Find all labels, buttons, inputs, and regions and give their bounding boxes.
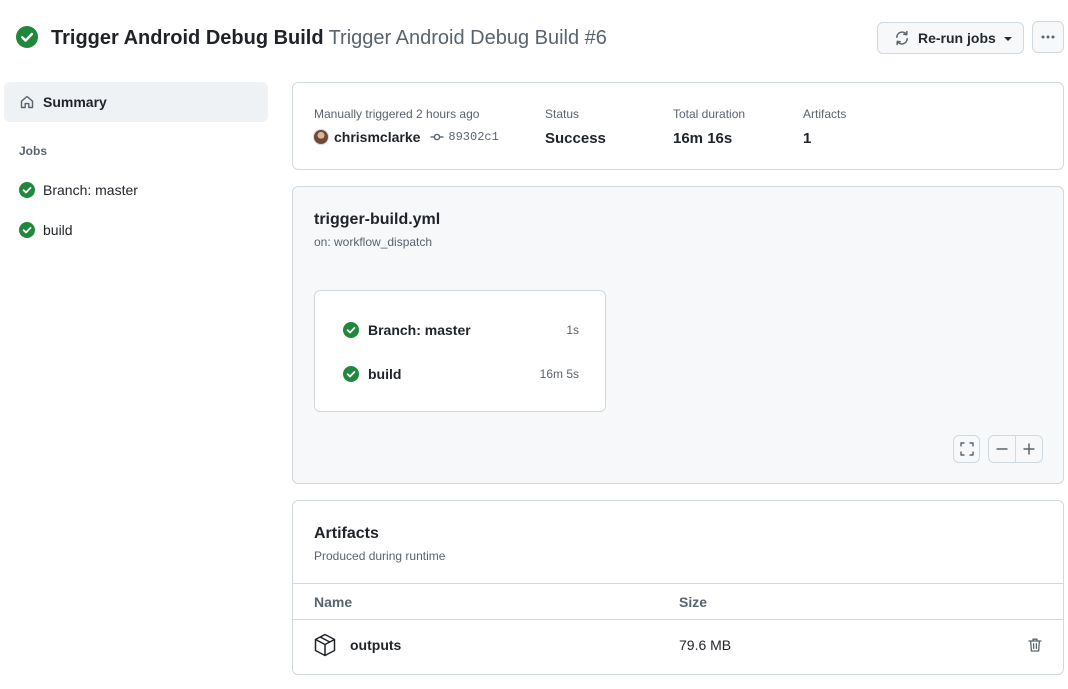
artifacts-subtitle: Produced during runtime	[314, 549, 446, 563]
rerun-jobs-label: Re-run jobs	[918, 30, 996, 46]
job-group-card: Branch: master 1s build 16m 5s	[314, 290, 606, 412]
artifacts-table-header: Name Size	[293, 583, 1063, 620]
sidebar-job-label: build	[43, 222, 73, 238]
package-icon	[314, 633, 336, 657]
table-row: outputs 79.6 MB	[293, 620, 1063, 672]
run-summary: Manually triggered 2 hours ago chrismcla…	[292, 82, 1064, 170]
column-header-name: Name	[314, 594, 353, 610]
graph-job-name: build	[368, 366, 402, 382]
actor-info: chrismclarke 89302c1	[313, 129, 499, 145]
commit-link[interactable]: 89302c1	[430, 130, 499, 144]
artifact-download-link[interactable]: outputs	[350, 637, 401, 653]
sidebar-job-label: Branch: master	[43, 182, 138, 198]
column-header-size: Size	[679, 594, 708, 610]
fullscreen-button[interactable]	[953, 435, 980, 463]
screen-full-icon	[959, 442, 974, 456]
workflow-trigger: on: workflow_dispatch	[314, 235, 433, 249]
sidebar-job-branch-master[interactable]: Branch: master	[4, 174, 268, 206]
actor-link[interactable]: chrismclarke	[334, 129, 420, 145]
graph-job-build[interactable]: build 16m 5s	[343, 364, 579, 384]
graph-job-name: Branch: master	[368, 322, 471, 338]
zoom-out-button[interactable]	[988, 435, 1016, 463]
jobs-heading: Jobs	[19, 144, 48, 158]
sync-icon	[896, 30, 908, 46]
sidebar-item-summary[interactable]: Summary	[4, 82, 268, 122]
page-title: Trigger Android Debug Build Trigger Andro…	[51, 26, 607, 50]
git-commit-icon	[430, 133, 444, 141]
check-circle-fill-icon	[19, 222, 35, 238]
sidebar-item-label: Summary	[43, 94, 107, 110]
check-circle-fill-icon	[343, 322, 359, 338]
triangle-down-icon	[1003, 37, 1012, 41]
duration-value: 16m 16s	[673, 130, 733, 147]
artifact-size: 79.6 MB	[679, 637, 732, 653]
trash-icon[interactable]	[1027, 637, 1043, 653]
duration-label: Total duration	[673, 107, 746, 121]
artifacts-count-label: Artifacts	[803, 107, 847, 121]
kebab-horizontal-icon	[1041, 35, 1055, 39]
rerun-jobs-button[interactable]: Re-run jobs	[877, 22, 1024, 54]
plus-icon	[1023, 443, 1035, 455]
run-title: Trigger Android Debug Build #6	[328, 27, 607, 49]
check-circle-fill-icon	[343, 366, 359, 382]
page-header: Trigger Android Debug Build Trigger Andro…	[0, 0, 1068, 76]
workflow-graph: trigger-build.yml on: workflow_dispatch …	[292, 186, 1064, 484]
more-options-button[interactable]	[1032, 21, 1064, 53]
zoom-in-button[interactable]	[1015, 435, 1043, 463]
workflow-name[interactable]: Trigger Android Debug Build	[51, 27, 324, 49]
graph-job-duration: 16m 5s	[539, 367, 579, 381]
avatar[interactable]	[313, 129, 329, 145]
graph-job-duration: 1s	[566, 323, 579, 337]
trigger-label: Manually triggered 2 hours ago	[314, 107, 480, 121]
commit-sha: 89302c1	[448, 130, 499, 144]
artifacts-title: Artifacts	[314, 525, 379, 542]
check-circle-fill-icon	[16, 26, 38, 48]
workflow-file-name: trigger-build.yml	[314, 211, 441, 228]
status-label: Status	[545, 107, 580, 121]
graph-job-branch-master[interactable]: Branch: master 1s	[343, 320, 579, 340]
status-value: Success	[545, 130, 606, 147]
artifacts-section: Artifacts Produced during runtime Name S…	[292, 500, 1064, 675]
home-icon	[20, 95, 34, 109]
sidebar-job-build[interactable]: build	[4, 214, 268, 246]
artifacts-count-value[interactable]: 1	[803, 130, 811, 147]
check-circle-fill-icon	[19, 182, 35, 198]
dash-icon	[996, 448, 1008, 450]
